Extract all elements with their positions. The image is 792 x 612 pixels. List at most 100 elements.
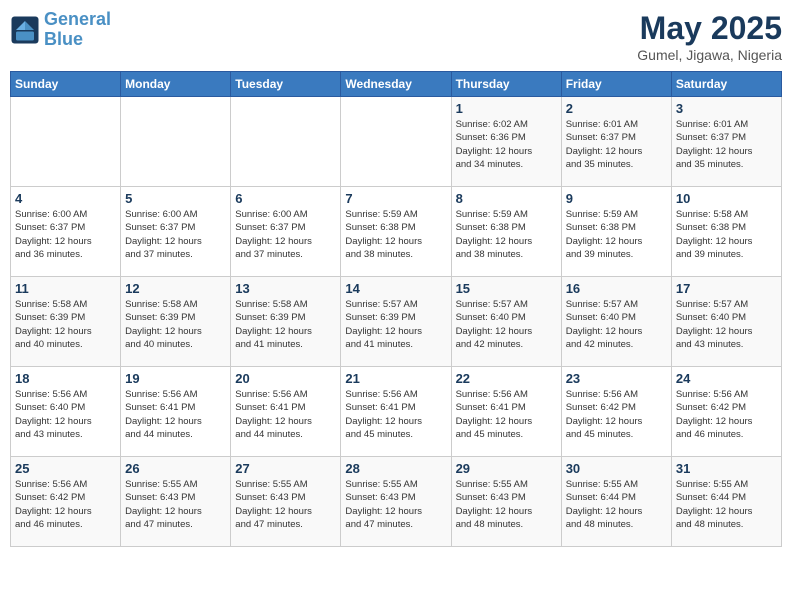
day-info: Sunrise: 6:01 AM Sunset: 6:37 PM Dayligh… (566, 118, 667, 171)
day-info: Sunrise: 5:55 AM Sunset: 6:43 PM Dayligh… (345, 478, 446, 531)
day-number: 14 (345, 281, 446, 296)
calendar-cell: 8Sunrise: 5:59 AM Sunset: 6:38 PM Daylig… (451, 187, 561, 277)
calendar-cell: 10Sunrise: 5:58 AM Sunset: 6:38 PM Dayli… (671, 187, 781, 277)
day-number: 16 (566, 281, 667, 296)
logo-icon (10, 15, 40, 45)
day-number: 30 (566, 461, 667, 476)
calendar-cell: 11Sunrise: 5:58 AM Sunset: 6:39 PM Dayli… (11, 277, 121, 367)
weekday-header-tuesday: Tuesday (231, 72, 341, 97)
calendar-cell (231, 97, 341, 187)
day-info: Sunrise: 5:56 AM Sunset: 6:42 PM Dayligh… (676, 388, 777, 441)
day-number: 7 (345, 191, 446, 206)
day-number: 28 (345, 461, 446, 476)
calendar-cell: 12Sunrise: 5:58 AM Sunset: 6:39 PM Dayli… (121, 277, 231, 367)
calendar-cell: 14 Sunrise: 5:57 AM Sunset: 6:39 PM Dayli… (341, 277, 451, 367)
day-number: 9 (566, 191, 667, 206)
day-number: 24 (676, 371, 777, 386)
day-number: 12 (125, 281, 226, 296)
calendar-cell: 1 Sunrise: 6:02 AM Sunset: 6:36 PM Daylig… (451, 97, 561, 187)
day-number: 26 (125, 461, 226, 476)
day-info: Sunrise: 6:02 AM Sunset: 6:36 PM Dayligh… (456, 118, 557, 171)
day-number: 5 (125, 191, 226, 206)
day-number: 10 (676, 191, 777, 206)
weekday-header-monday: Monday (121, 72, 231, 97)
day-info: Sunrise: 5:58 AM Sunset: 6:39 PM Dayligh… (235, 298, 336, 351)
day-info: Sunrise: 5:59 AM Sunset: 6:38 PM Dayligh… (345, 208, 446, 261)
day-info: Sunrise: 5:57 AM Sunset: 6:40 PM Dayligh… (566, 298, 667, 351)
weekday-header-wednesday: Wednesday (341, 72, 451, 97)
calendar-cell: 29 Sunrise: 5:55 AM Sunset: 6:43 PM Dayli… (451, 457, 561, 547)
day-info: Sunrise: 5:59 AM Sunset: 6:38 PM Dayligh… (566, 208, 667, 261)
calendar-cell: 19 Sunrise: 5:56 AM Sunset: 6:41 PM Dayli… (121, 367, 231, 457)
day-number: 6 (235, 191, 336, 206)
weekday-header-row: SundayMondayTuesdayWednesdayThursdayFrid… (11, 72, 782, 97)
day-info: Sunrise: 5:56 AM Sunset: 6:42 PM Dayligh… (566, 388, 667, 441)
day-info: Sunrise: 5:55 AM Sunset: 6:44 PM Dayligh… (566, 478, 667, 531)
calendar-table: SundayMondayTuesdayWednesdayThursdayFrid… (10, 71, 782, 547)
day-number: 2 (566, 101, 667, 116)
day-info: Sunrise: 5:57 AM Sunset: 6:40 PM Dayligh… (456, 298, 557, 351)
page-header: General Blue May 2025 Gumel, Jigawa, Nig… (10, 10, 782, 63)
calendar-cell: 23Sunrise: 5:56 AM Sunset: 6:42 PM Dayli… (561, 367, 671, 457)
day-number: 13 (235, 281, 336, 296)
day-number: 21 (345, 371, 446, 386)
calendar-cell: 25Sunrise: 5:56 AM Sunset: 6:42 PM Dayli… (11, 457, 121, 547)
calendar-cell: 7 Sunrise: 5:59 AM Sunset: 6:38 PM Daylig… (341, 187, 451, 277)
day-info: Sunrise: 6:00 AM Sunset: 6:37 PM Dayligh… (125, 208, 226, 261)
logo: General Blue (10, 10, 111, 50)
day-number: 1 (456, 101, 557, 116)
day-info: Sunrise: 5:55 AM Sunset: 6:44 PM Dayligh… (676, 478, 777, 531)
calendar-cell: 2 Sunrise: 6:01 AM Sunset: 6:37 PM Daylig… (561, 97, 671, 187)
month-year-title: May 2025 (637, 10, 782, 47)
day-info: Sunrise: 6:00 AM Sunset: 6:37 PM Dayligh… (15, 208, 116, 261)
calendar-cell: 20Sunrise: 5:56 AM Sunset: 6:41 PM Dayli… (231, 367, 341, 457)
day-number: 3 (676, 101, 777, 116)
weekday-header-thursday: Thursday (451, 72, 561, 97)
calendar-cell: 16 Sunrise: 5:57 AM Sunset: 6:40 PM Dayli… (561, 277, 671, 367)
calendar-cell (121, 97, 231, 187)
calendar-cell: 6 Sunrise: 6:00 AM Sunset: 6:37 PM Daylig… (231, 187, 341, 277)
day-info: Sunrise: 5:56 AM Sunset: 6:41 PM Dayligh… (456, 388, 557, 441)
calendar-cell: 15Sunrise: 5:57 AM Sunset: 6:40 PM Dayli… (451, 277, 561, 367)
calendar-cell: 31 Sunrise: 5:55 AM Sunset: 6:44 PM Dayli… (671, 457, 781, 547)
weekday-header-saturday: Saturday (671, 72, 781, 97)
logo-text: General Blue (44, 10, 111, 50)
day-info: Sunrise: 5:56 AM Sunset: 6:42 PM Dayligh… (15, 478, 116, 531)
calendar-cell: 27 Sunrise: 5:55 AM Sunset: 6:43 PM Dayli… (231, 457, 341, 547)
day-info: Sunrise: 5:56 AM Sunset: 6:40 PM Dayligh… (15, 388, 116, 441)
calendar-cell: 22Sunrise: 5:56 AM Sunset: 6:41 PM Dayli… (451, 367, 561, 457)
day-info: Sunrise: 5:57 AM Sunset: 6:39 PM Dayligh… (345, 298, 446, 351)
calendar-week-row: 11 Sunrise: 5:58 AM Sunset: 6:39 PM Dayli… (11, 277, 782, 367)
day-info: Sunrise: 6:01 AM Sunset: 6:37 PM Dayligh… (676, 118, 777, 171)
day-number: 17 (676, 281, 777, 296)
calendar-cell (11, 97, 121, 187)
day-number: 29 (456, 461, 557, 476)
weekday-header-friday: Friday (561, 72, 671, 97)
day-number: 8 (456, 191, 557, 206)
calendar-cell: 24 Sunrise: 5:56 AM Sunset: 6:42 PM Dayli… (671, 367, 781, 457)
calendar-cell: 13 Sunrise: 5:58 AM Sunset: 6:39 PM Dayli… (231, 277, 341, 367)
calendar-cell: 9 Sunrise: 5:59 AM Sunset: 6:38 PM Daylig… (561, 187, 671, 277)
title-area: May 2025 Gumel, Jigawa, Nigeria (637, 10, 782, 63)
calendar-cell: 17 Sunrise: 5:57 AM Sunset: 6:40 PM Dayli… (671, 277, 781, 367)
day-number: 31 (676, 461, 777, 476)
calendar-cell: 18 Sunrise: 5:56 AM Sunset: 6:40 PM Dayli… (11, 367, 121, 457)
day-number: 18 (15, 371, 116, 386)
calendar-cell: 3 Sunrise: 6:01 AM Sunset: 6:37 PM Daylig… (671, 97, 781, 187)
day-info: Sunrise: 5:57 AM Sunset: 6:40 PM Dayligh… (676, 298, 777, 351)
day-info: Sunrise: 6:00 AM Sunset: 6:37 PM Dayligh… (235, 208, 336, 261)
calendar-week-row: 1 Sunrise: 6:02 AM Sunset: 6:36 PM Daylig… (11, 97, 782, 187)
day-number: 27 (235, 461, 336, 476)
day-number: 19 (125, 371, 226, 386)
location-subtitle: Gumel, Jigawa, Nigeria (637, 47, 782, 63)
weekday-header-sunday: Sunday (11, 72, 121, 97)
calendar-cell: 21Sunrise: 5:56 AM Sunset: 6:41 PM Dayli… (341, 367, 451, 457)
day-info: Sunrise: 5:55 AM Sunset: 6:43 PM Dayligh… (235, 478, 336, 531)
day-number: 11 (15, 281, 116, 296)
calendar-cell: 5 Sunrise: 6:00 AM Sunset: 6:37 PM Daylig… (121, 187, 231, 277)
day-number: 4 (15, 191, 116, 206)
day-info: Sunrise: 5:55 AM Sunset: 6:43 PM Dayligh… (456, 478, 557, 531)
calendar-week-row: 4 Sunrise: 6:00 AM Sunset: 6:37 PM Daylig… (11, 187, 782, 277)
day-info: Sunrise: 5:56 AM Sunset: 6:41 PM Dayligh… (125, 388, 226, 441)
calendar-week-row: 18 Sunrise: 5:56 AM Sunset: 6:40 PM Dayli… (11, 367, 782, 457)
